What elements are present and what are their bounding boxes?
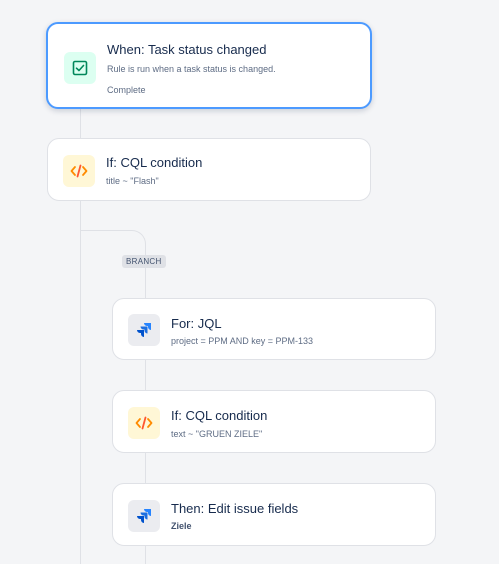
code-icon [63, 155, 95, 187]
trigger-status: Complete [107, 85, 146, 95]
trigger-description: Rule is run when a task status is change… [107, 64, 276, 74]
trigger-card[interactable]: When: Task status changed Rule is run wh… [46, 22, 372, 109]
jira-icon [128, 500, 160, 532]
action-card[interactable]: Then: Edit issue fields Ziele [112, 483, 436, 546]
condition-card[interactable]: If: CQL condition title ~ "Flash" [47, 138, 371, 201]
action-title: Then: Edit issue fields [171, 501, 299, 516]
for-jql-card[interactable]: For: JQL project = PPM AND key = PPM-133 [112, 298, 436, 360]
jira-icon [128, 314, 160, 346]
trigger-title: When: Task status changed [107, 42, 267, 57]
task-checkbox-icon [64, 52, 96, 84]
condition-detail: title ~ "Flash" [106, 176, 159, 186]
condition-title: If: CQL condition [106, 155, 203, 170]
condition-title: If: CQL condition [171, 408, 268, 423]
code-icon [128, 407, 160, 439]
for-jql-detail: project = PPM AND key = PPM-133 [171, 336, 314, 346]
for-jql-title: For: JQL [171, 316, 222, 331]
branch-badge: BRANCH [122, 255, 166, 268]
condition-detail: text ~ "GRUEN ZIELE" [171, 429, 263, 439]
condition-card-2[interactable]: If: CQL condition text ~ "GRUEN ZIELE" [112, 390, 436, 453]
action-detail: Ziele [171, 521, 192, 531]
